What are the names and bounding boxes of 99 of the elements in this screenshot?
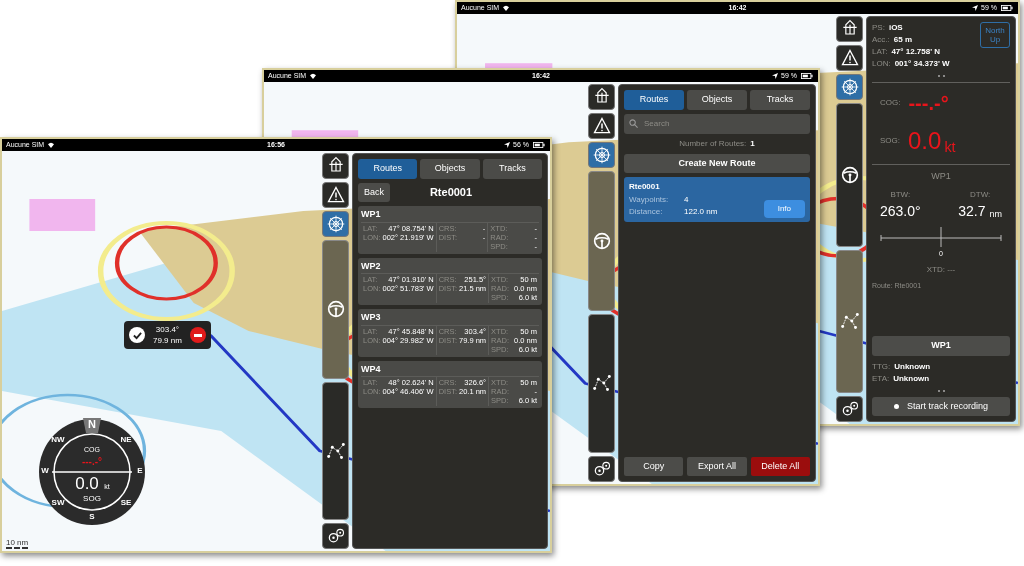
- direction-label: W: [41, 466, 49, 475]
- tab[interactable]: Objects: [687, 90, 747, 110]
- wheel-button[interactable]: [836, 74, 863, 100]
- waypoint-label: WP1: [930, 170, 952, 183]
- back-button[interactable]: Back: [358, 182, 390, 202]
- field-label: SOG:: [880, 135, 900, 147]
- north-up-button[interactable]: North Up: [980, 22, 1010, 48]
- create-route-button[interactable]: Create New Route: [624, 153, 810, 173]
- tab[interactable]: Routes: [358, 159, 418, 179]
- battery-icon: [1000, 5, 1014, 11]
- sog-label: SOG: [83, 494, 101, 503]
- delete-button[interactable]: Delete All: [750, 456, 810, 476]
- field-value: iOS: [888, 22, 903, 34]
- remove-button[interactable]: [189, 327, 206, 343]
- direction-label: SE: [120, 498, 132, 507]
- warning-button[interactable]: [588, 113, 615, 139]
- helm-button[interactable]: [588, 171, 615, 311]
- field-value: 122.0 nm: [684, 206, 718, 218]
- distance-value: 79.9 nm: [153, 335, 182, 346]
- direction-label: E: [137, 466, 143, 475]
- tab[interactable]: Tracks: [750, 90, 810, 110]
- field-label: Acc.:: [872, 34, 890, 46]
- field-value: 47° 12.758' N: [891, 46, 941, 58]
- field-value: ---.-°: [908, 91, 949, 116]
- wifi-icon: [502, 5, 511, 11]
- action-button[interactable]: Export All: [687, 456, 747, 476]
- location-icon: [772, 73, 779, 79]
- route-button[interactable]: [588, 313, 615, 453]
- settings-button[interactable]: [836, 396, 863, 422]
- wifi-icon: [309, 73, 318, 79]
- confirm-button[interactable]: [129, 327, 145, 343]
- field-label: ETA:: [872, 372, 890, 385]
- wheel-icon: [325, 214, 346, 234]
- direction-label: N: [88, 418, 96, 430]
- warning-icon: [325, 185, 346, 205]
- helm-button[interactable]: [322, 240, 349, 379]
- warning-button[interactable]: [322, 182, 349, 208]
- warning-button[interactable]: [836, 45, 863, 71]
- field-value: 4: [684, 194, 689, 206]
- check-icon: [132, 330, 142, 340]
- direction-label: SW: [51, 498, 65, 507]
- route-item[interactable]: Rte0001 Waypoints: 4 Distance: 122.0 nm Info: [624, 177, 810, 222]
- battery-icon: [532, 142, 546, 148]
- warning-icon: [839, 48, 860, 68]
- helm-button[interactable]: [836, 103, 863, 247]
- wheel-icon: [591, 145, 612, 165]
- action-button[interactable]: Copy: [624, 456, 684, 476]
- bearing-value: 303.4°: [155, 324, 180, 335]
- waypoint-name: WP3: [361, 311, 382, 324]
- field-value: 0.0: [908, 126, 942, 156]
- tab[interactable]: Objects: [420, 159, 480, 179]
- wheel-icon: [839, 77, 860, 97]
- field-label: DTW:: [969, 188, 991, 201]
- field-value: 65 m: [893, 34, 912, 46]
- field-label: PS:: [872, 22, 885, 34]
- wheel-button[interactable]: [588, 142, 615, 168]
- battery-icon: [800, 73, 814, 79]
- field-label: LON:: [872, 58, 891, 70]
- cog-value: ---.-°: [81, 456, 103, 467]
- field-value: 263.0°: [880, 201, 921, 221]
- route-button[interactable]: [322, 381, 349, 520]
- field-label: LAT:: [872, 46, 888, 58]
- field-label: Waypoints:: [629, 194, 670, 206]
- xtd-label: XTD: ---: [925, 264, 957, 276]
- unit-label: nm: [989, 208, 1002, 221]
- direction-label: S: [89, 512, 95, 521]
- wheel-button[interactable]: [322, 211, 349, 237]
- waypoint-name: WP1: [361, 208, 382, 221]
- unit-label: kt: [944, 138, 956, 158]
- tab[interactable]: Routes: [624, 90, 684, 110]
- field-label: Distance:: [629, 206, 664, 218]
- search-icon: [629, 119, 638, 128]
- field-value: Unknown: [894, 360, 931, 373]
- wifi-icon: [47, 142, 56, 148]
- field-value: 32.7: [958, 201, 986, 221]
- settings-button[interactable]: [322, 523, 349, 549]
- field-value: Unknown: [893, 372, 930, 385]
- warning-icon: [591, 116, 612, 136]
- field-value: 001° 34.373' W: [894, 58, 950, 70]
- waypoint-button[interactable]: WP1: [872, 336, 1010, 356]
- minus-icon: [193, 333, 202, 337]
- count-value: 1: [750, 137, 755, 150]
- count-label: Number of Routes:: [679, 137, 747, 150]
- field-label: COG:: [880, 97, 901, 109]
- field-label: BTW:: [890, 188, 911, 201]
- scale-bar: 10 nm: [6, 538, 29, 549]
- field-label: TTG:: [872, 360, 891, 373]
- location-icon: [504, 142, 511, 148]
- route-name: Rte0001: [629, 181, 661, 193]
- record-button[interactable]: Start track recording: [872, 396, 1010, 416]
- direction-label: NW: [51, 435, 65, 444]
- speed-value: 0.0: [75, 474, 99, 493]
- waypoint-name: WP2: [361, 259, 382, 273]
- waypoint-name: WP4: [361, 362, 382, 376]
- route-title: Rte0001: [428, 185, 474, 200]
- settings-button[interactable]: [588, 456, 615, 482]
- direction-label: NE: [120, 435, 132, 444]
- tab[interactable]: Tracks: [482, 159, 542, 179]
- location-icon: [972, 5, 979, 11]
